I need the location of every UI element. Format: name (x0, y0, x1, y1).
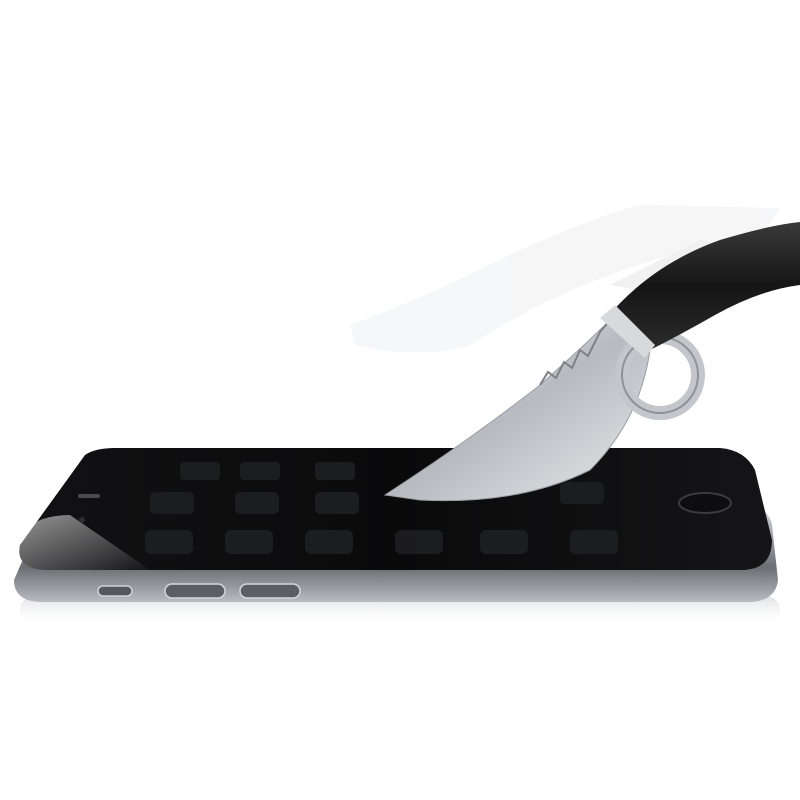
speaker-icon (78, 494, 100, 498)
product-scene (14, 205, 800, 626)
mute-switch-icon[interactable] (97, 585, 133, 597)
front-camera-icon (79, 517, 85, 523)
volume-down-icon[interactable] (239, 583, 301, 599)
volume-up-icon[interactable] (164, 583, 226, 599)
home-button-icon[interactable] (678, 492, 732, 514)
phone-screen (19, 448, 773, 570)
phone (14, 448, 778, 602)
